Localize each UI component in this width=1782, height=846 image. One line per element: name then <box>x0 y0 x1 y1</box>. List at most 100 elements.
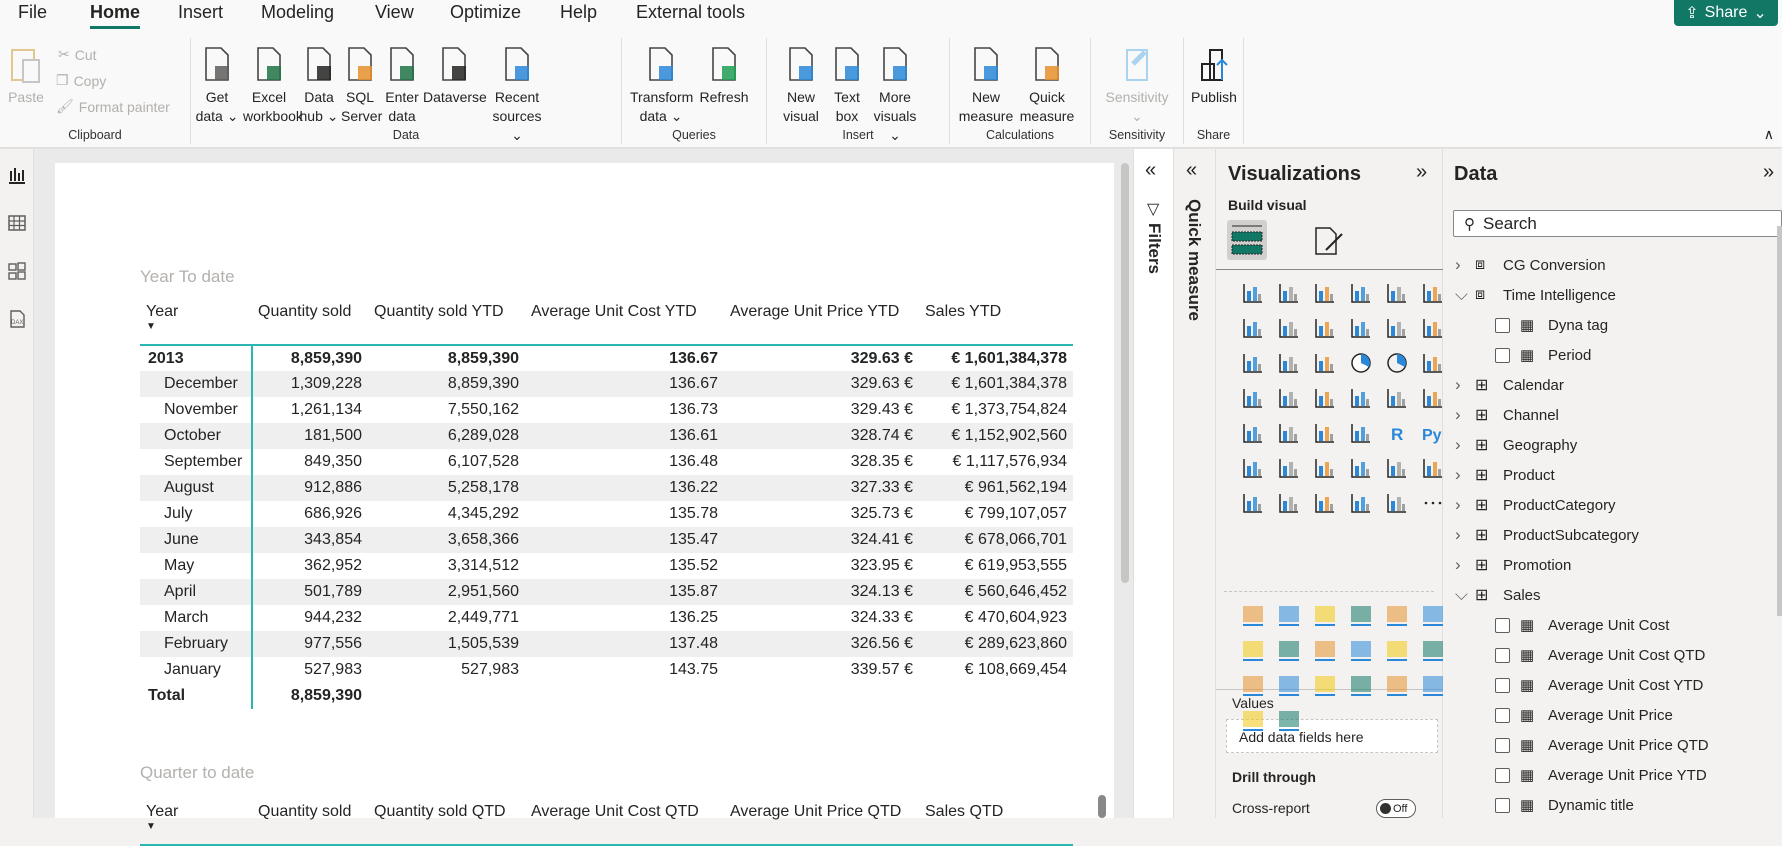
custom-table-icon[interactable] <box>1277 708 1301 732</box>
field-item-period[interactable]: ▦ Period <box>1443 341 1763 369</box>
dax-query-view-icon[interactable]: DAX <box>7 309 27 329</box>
stacked-bar-icon[interactable] <box>1241 281 1265 305</box>
azure-map-icon[interactable] <box>1313 386 1337 410</box>
filled-map-icon[interactable] <box>1277 386 1301 410</box>
new-card-icon[interactable] <box>1241 491 1265 515</box>
collapse-ribbon-icon[interactable]: ∧ <box>1764 126 1774 143</box>
table-item-geography[interactable]: › ⊞ Geography <box>1443 431 1763 459</box>
chevron-right-icon[interactable]: › <box>1455 525 1475 545</box>
canvas-scrollbar[interactable] <box>1120 163 1130 583</box>
transform-data-button[interactable]: Transform data ⌄ <box>630 44 693 126</box>
area-chart-icon[interactable] <box>1277 316 1301 340</box>
100-stacked-bar-icon[interactable] <box>1385 281 1409 305</box>
column-header-average-unit-price-ytd[interactable]: Average Unit Price YTD <box>724 297 919 346</box>
field-checkbox[interactable] <box>1495 317 1510 333</box>
refresh-button[interactable]: Refresh <box>698 44 750 107</box>
map-icon[interactable] <box>1241 386 1265 410</box>
python-visual-icon[interactable]: Py <box>1421 421 1445 445</box>
column-header-year[interactable]: Year ▼ <box>140 297 252 346</box>
column-header-average-unit-cost-ytd[interactable]: Average Unit Cost YTD <box>525 297 724 346</box>
month-row[interactable]: April 501,789 2,951,560 135.87 324.13 € € 560… <box>140 579 1073 605</box>
table-icon[interactable] <box>1313 421 1337 445</box>
data-pane-scrollbar[interactable] <box>1777 226 1782 616</box>
custom-sunburst-icon[interactable] <box>1277 603 1301 627</box>
table-item-channel[interactable]: › ⊞ Channel <box>1443 401 1763 429</box>
more-options-icon[interactable] <box>1421 491 1445 515</box>
metrics-icon[interactable] <box>1385 456 1409 480</box>
pie-icon[interactable] <box>1349 351 1373 375</box>
column-header-average-unit-cost-qtd[interactable]: Average Unit Cost QTD <box>525 797 724 846</box>
line-column-icon[interactable] <box>1349 316 1373 340</box>
year-row[interactable]: 2013 8,859,390 8,859,390 136.67 329.63 € € 1,… <box>140 345 1073 371</box>
get-data-button[interactable]: Get data ⌄ <box>195 44 239 126</box>
funnel-icon[interactable] <box>1277 351 1301 375</box>
waterfall-icon[interactable] <box>1241 351 1265 375</box>
custom-mekko-icon[interactable] <box>1421 638 1445 662</box>
new-visual-button[interactable]: New visual <box>781 44 821 126</box>
month-row[interactable]: May 362,952 3,314,512 135.52 323.95 € € 619,9… <box>140 553 1073 579</box>
custom-timeline-icon[interactable] <box>1385 673 1409 697</box>
ribbon-chart-icon[interactable] <box>1421 316 1445 340</box>
month-row[interactable]: March 944,232 2,449,771 136.25 324.33 € € 470… <box>140 605 1073 631</box>
quick-measure-pane-collapsed[interactable]: « Quick measure <box>1174 149 1216 818</box>
field-checkbox[interactable] <box>1495 647 1510 663</box>
month-row[interactable]: February 977,556 1,505,539 137.48 326.56 € € … <box>140 631 1073 657</box>
column-header-quantity-sold[interactable]: Quantity sold <box>252 297 368 346</box>
arcgis-icon[interactable] <box>1313 491 1337 515</box>
filters-pane-collapsed[interactable]: « ▽ Filters <box>1133 149 1174 818</box>
field-checkbox[interactable] <box>1495 707 1510 723</box>
table-view-icon[interactable] <box>7 213 27 233</box>
field-item-average-unit-price-ytd[interactable]: ▦ Average Unit Price YTD <box>1443 761 1763 789</box>
100-stacked-column-icon[interactable] <box>1421 281 1445 305</box>
column-header-quantity-sold-ytd[interactable]: Quantity sold YTD <box>368 297 525 346</box>
model-view-icon[interactable] <box>7 261 27 281</box>
chevron-right-icon[interactable]: › <box>1455 255 1475 275</box>
column-header-quantity-sold[interactable]: Quantity sold <box>252 797 368 846</box>
field-checkbox[interactable] <box>1495 617 1510 633</box>
expand-quick-measure-icon[interactable]: « <box>1186 159 1197 182</box>
field-checkbox[interactable] <box>1495 737 1510 753</box>
clustered-column-icon[interactable] <box>1349 281 1373 305</box>
r-visual-icon[interactable]: R <box>1385 421 1409 445</box>
more-visuals-button[interactable]: More visuals ⌄ <box>869 44 921 145</box>
format-painter-button[interactable]: 🖌 Format painter <box>56 98 170 115</box>
recent-sources-button[interactable]: Recent sources ⌄ <box>487 44 547 145</box>
table-item-calendar[interactable]: › ⊞ Calendar <box>1443 371 1763 399</box>
field-item-average-unit-cost-qtd[interactable]: ▦ Average Unit Cost QTD <box>1443 641 1763 669</box>
custom-gauge-icon[interactable] <box>1241 603 1265 627</box>
qtd-matrix[interactable]: Year ▼ Quantity sold Quantity sold QTD Avera… <box>140 797 1073 846</box>
power-automate-icon[interactable] <box>1385 491 1409 515</box>
month-row[interactable]: September 849,350 6,107,528 136.48 328.35 € €… <box>140 449 1073 475</box>
key-influencers-icon[interactable] <box>1241 456 1265 480</box>
custom-bar-icon[interactable] <box>1385 603 1409 627</box>
tab-optimize[interactable]: Optimize <box>450 2 521 23</box>
new-slicer-icon[interactable] <box>1277 491 1301 515</box>
ytd-matrix[interactable]: Year ▼ Quantity sold Quantity sold YTD Avera… <box>140 297 1073 709</box>
field-item-average-unit-cost-ytd[interactable]: ▦ Average Unit Cost YTD <box>1443 671 1763 699</box>
copy-button[interactable]: ❐ Copy <box>56 72 106 89</box>
cut-button[interactable]: ✂ Cut <box>58 46 97 63</box>
total-row[interactable]: Total 8,859,390 <box>140 683 1073 709</box>
custom-packed-bubble-icon[interactable] <box>1349 673 1373 697</box>
custom-radar-icon[interactable] <box>1313 673 1337 697</box>
field-checkbox[interactable] <box>1495 767 1510 783</box>
tab-view[interactable]: View <box>375 2 414 23</box>
custom-variance-icon[interactable] <box>1421 673 1445 697</box>
excel-workbook-button[interactable]: Excel workbook <box>243 44 303 126</box>
stacked-column-icon[interactable] <box>1277 281 1301 305</box>
format-visual-icon[interactable] <box>1312 224 1346 258</box>
custom-bubble-icon[interactable] <box>1241 673 1265 697</box>
month-row[interactable]: June 343,854 3,658,366 135.47 324.41 € € 678,… <box>140 527 1073 553</box>
treemap-icon[interactable] <box>1421 351 1445 375</box>
build-visual-tab[interactable] <box>1227 220 1267 260</box>
custom-small-multiples-icon[interactable] <box>1313 638 1337 662</box>
month-row[interactable]: October 181,500 6,289,028 136.61 328.74 € € 1… <box>140 423 1073 449</box>
field-item-average-unit-price-qtd[interactable]: ▦ Average Unit Price QTD <box>1443 731 1763 759</box>
tab-home[interactable]: Home <box>90 2 141 29</box>
kpi-icon[interactable] <box>1241 421 1265 445</box>
field-item-average-unit-cost[interactable]: ▦ Average Unit Cost <box>1443 611 1763 639</box>
donut-icon[interactable] <box>1385 351 1409 375</box>
collapse-data-icon[interactable]: » <box>1763 161 1774 184</box>
field-checkbox[interactable] <box>1495 347 1510 363</box>
custom-heatmap-icon[interactable] <box>1241 638 1265 662</box>
